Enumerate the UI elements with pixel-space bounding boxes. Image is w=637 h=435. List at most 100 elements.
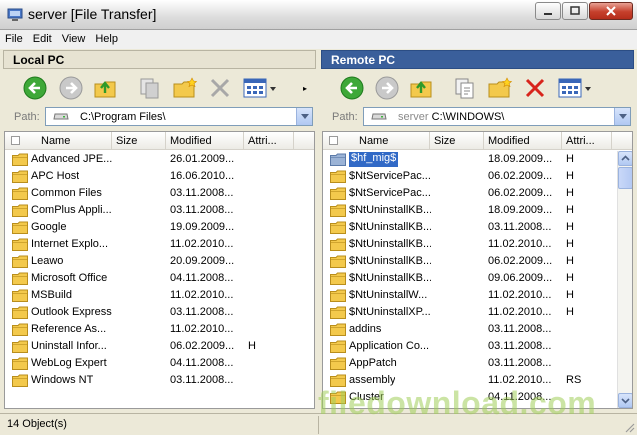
- scroll-down-button[interactable]: [618, 393, 632, 408]
- folder-icon: [330, 187, 346, 200]
- file-row[interactable]: $NtUninstallKB... 03.11.2008... H: [323, 219, 632, 236]
- file-row[interactable]: Windows NT 03.11.2008...: [5, 372, 314, 389]
- file-row[interactable]: Microsoft Office 04.11.2008...: [5, 270, 314, 287]
- maximize-button[interactable]: [562, 2, 588, 20]
- path-dropdown-button[interactable]: [614, 108, 630, 125]
- file-row[interactable]: ComPlus Appli... 03.11.2008...: [5, 202, 314, 219]
- copy-icon[interactable]: [137, 75, 163, 101]
- forward-icon[interactable]: [374, 75, 400, 101]
- scroll-thumb[interactable]: [618, 167, 632, 189]
- scroll-up-button[interactable]: [618, 151, 632, 166]
- select-all-checkbox[interactable]: [329, 136, 338, 145]
- column-header-name[interactable]: Name: [23, 132, 112, 150]
- file-row[interactable]: $NtUninstallXP... 11.02.2010... H: [323, 304, 632, 321]
- status-divider: [318, 416, 319, 434]
- file-modified: 09.06.2009...: [488, 272, 553, 284]
- new-folder-icon[interactable]: [172, 75, 198, 101]
- file-name: assembly: [349, 374, 396, 386]
- file-row[interactable]: APC Host 16.06.2010...: [5, 168, 314, 185]
- path-dropdown-button[interactable]: [296, 108, 312, 125]
- file-row[interactable]: assembly 11.02.2010... RS: [323, 372, 632, 389]
- file-row[interactable]: Google 19.09.2009...: [5, 219, 314, 236]
- file-row[interactable]: Leawo 20.09.2009...: [5, 253, 314, 270]
- file-row[interactable]: $NtUninstallKB... 09.06.2009... H: [323, 270, 632, 287]
- file-row[interactable]: $NtServicePac... 06.02.2009... H: [323, 168, 632, 185]
- window-title: server [File Transfer]: [28, 6, 157, 22]
- local-pane-header: Local PC: [3, 50, 316, 69]
- file-row[interactable]: Advanced JPE... 26.01.2009...: [5, 151, 314, 168]
- column-header-attributes[interactable]: Attri...: [562, 132, 612, 150]
- back-icon[interactable]: [22, 75, 48, 101]
- file-row[interactable]: $NtServicePac... 06.02.2009... H: [323, 185, 632, 202]
- file-row[interactable]: Application Co... 03.11.2008...: [323, 338, 632, 355]
- column-header-modified[interactable]: Modified: [484, 132, 562, 150]
- file-row[interactable]: addins 03.11.2008...: [323, 321, 632, 338]
- back-icon[interactable]: [339, 75, 365, 101]
- file-row[interactable]: $NtUninstallKB... 18.09.2009... H: [323, 202, 632, 219]
- file-modified: 11.02.2010...: [488, 306, 552, 318]
- file-row[interactable]: Reference As... 11.02.2010...: [5, 321, 314, 338]
- close-icon: [606, 6, 616, 16]
- file-name: Internet Explo...: [31, 238, 109, 250]
- file-row[interactable]: $NtUninstallKB... 06.02.2009... H: [323, 253, 632, 270]
- file-name: $NtUninstallXP...: [349, 306, 431, 318]
- column-header-size[interactable]: Size: [430, 132, 484, 150]
- view-mode-icon[interactable]: [558, 78, 594, 98]
- remote-path-input[interactable]: server C:\WINDOWS\: [363, 107, 631, 126]
- file-row[interactable]: Common Files 03.11.2008...: [5, 185, 314, 202]
- remote-path-value: C:\WINDOWS\: [431, 111, 505, 123]
- remote-path-bar: Path: server C:\WINDOWS\: [322, 106, 633, 128]
- folder-up-icon[interactable]: [409, 75, 435, 101]
- column-header-modified[interactable]: Modified: [166, 132, 244, 150]
- forward-icon[interactable]: [58, 75, 84, 101]
- copy-icon[interactable]: [452, 75, 478, 101]
- remote-vertical-scrollbar[interactable]: [617, 151, 632, 408]
- file-attributes: RS: [566, 374, 582, 386]
- new-folder-icon[interactable]: [487, 75, 513, 101]
- file-modified: 20.09.2009...: [170, 255, 235, 267]
- file-row[interactable]: Uninstall Infor... 06.02.2009... H: [5, 338, 314, 355]
- file-name: $NtUninstallKB...: [349, 204, 431, 216]
- select-all-checkbox[interactable]: [11, 136, 20, 145]
- file-name: $NtUninstallKB...: [349, 221, 431, 233]
- folder-icon: [330, 255, 346, 268]
- file-modified: 03.11.2008...: [170, 306, 234, 318]
- folder-icon: [330, 238, 346, 251]
- menu-help[interactable]: Help: [90, 30, 123, 49]
- delete-icon[interactable]: [522, 75, 548, 101]
- file-modified: 18.09.2009...: [488, 204, 553, 216]
- file-row[interactable]: Internet Explo... 11.02.2010...: [5, 236, 314, 253]
- file-name: $NtUninstallKB...: [349, 238, 431, 250]
- menu-edit[interactable]: Edit: [28, 30, 57, 49]
- file-attributes: H: [566, 306, 574, 318]
- folder-icon: [12, 289, 28, 302]
- file-modified: 06.02.2009...: [488, 187, 553, 199]
- folder-icon: [12, 204, 28, 217]
- column-header-attributes[interactable]: Attri...: [244, 132, 294, 150]
- resize-grip-icon[interactable]: [623, 421, 635, 433]
- column-header-size[interactable]: Size: [112, 132, 166, 150]
- file-name: Windows NT: [31, 374, 94, 386]
- chevron-right-icon[interactable]: ▸: [303, 84, 307, 93]
- delete-icon[interactable]: [207, 75, 233, 101]
- menu-file[interactable]: File: [0, 30, 28, 49]
- file-row[interactable]: WebLog Expert 04.11.2008...: [5, 355, 314, 372]
- status-bar: 14 Object(s): [0, 413, 637, 435]
- file-row[interactable]: $NtUninstallKB... 11.02.2010... H: [323, 236, 632, 253]
- folder-up-icon[interactable]: [93, 75, 119, 101]
- column-header-name[interactable]: Name: [341, 132, 430, 150]
- file-row[interactable]: MSBuild 11.02.2010...: [5, 287, 314, 304]
- file-row[interactable]: $hf_mig$ 18.09.2009... H: [323, 151, 632, 168]
- file-row[interactable]: AppPatch 03.11.2008...: [323, 355, 632, 372]
- local-path-input[interactable]: C:\Program Files\: [45, 107, 313, 126]
- file-row[interactable]: Outlook Express 03.11.2008...: [5, 304, 314, 321]
- minimize-button[interactable]: [535, 2, 561, 20]
- view-mode-icon[interactable]: [243, 78, 279, 98]
- folder-icon: [12, 170, 28, 183]
- file-name: $hf_mig$: [349, 152, 399, 167]
- close-button[interactable]: [589, 2, 633, 20]
- menu-view[interactable]: View: [57, 30, 91, 49]
- file-row[interactable]: Cluster 04.11.2008...: [323, 389, 632, 406]
- file-name: APC Host: [31, 170, 80, 182]
- file-row[interactable]: $NtUninstallW... 11.02.2010... H: [323, 287, 632, 304]
